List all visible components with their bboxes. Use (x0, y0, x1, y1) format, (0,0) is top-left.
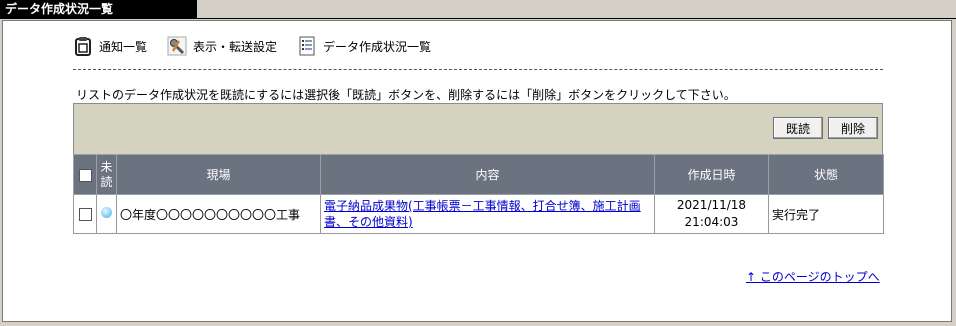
tool-data-status-list[interactable]: データ作成状況一覧 (297, 36, 431, 56)
select-all-header[interactable] (73, 154, 97, 195)
arrow-up-icon: ↑ (746, 270, 757, 284)
back-to-top-label: このページのトップへ (759, 270, 880, 284)
data-status-table: 未 読 現場 内容 作成日時 状態 〇年度〇〇〇〇〇〇〇〇〇〇工事 電子納品成果… (73, 154, 884, 234)
unread-header: 未 読 (96, 154, 117, 195)
select-all-checkbox[interactable] (78, 168, 92, 182)
delete-button[interactable]: 削除 (828, 117, 878, 139)
table-row: 〇年度〇〇〇〇〇〇〇〇〇〇工事 電子納品成果物(工事帳票－工事情報、打合せ簿、施… (73, 194, 884, 234)
tool-display-transfer-settings[interactable]: 表示・転送設定 (167, 36, 277, 56)
list-icon (297, 36, 317, 56)
row-select-cell[interactable] (73, 194, 97, 234)
site-cell: 〇年度〇〇〇〇〇〇〇〇〇〇工事 (116, 194, 321, 234)
unread-cell (96, 194, 117, 234)
mark-read-button[interactable]: 既読 (773, 117, 823, 139)
site-header: 現場 (116, 154, 321, 195)
tool-label: 通知一覧 (99, 39, 148, 54)
content-cell: 電子納品成果物(工事帳票－工事情報、打合せ簿、施工計画書、その他資料) (320, 194, 655, 234)
created-cell: 2021/11/18 21:04:03 (654, 194, 769, 234)
content-header: 内容 (320, 154, 655, 195)
settings-tools-icon (167, 36, 187, 56)
created-header: 作成日時 (654, 154, 769, 195)
unread-indicator-icon (101, 207, 112, 218)
tool-label: 表示・転送設定 (193, 39, 278, 54)
tool-notification-list[interactable]: 通知一覧 (73, 36, 147, 56)
content-link[interactable]: 電子納品成果物(工事帳票－工事情報、打合せ簿、施工計画書、その他資料) (324, 199, 641, 229)
table-header-row: 未 読 現場 内容 作成日時 状態 (73, 154, 884, 195)
status-cell: 実行完了 (768, 194, 884, 234)
toolbar: 通知一覧 表示・転送設定 データ作成状況一覧 (73, 36, 451, 56)
instruction-text: リストのデータ作成状況を既読にするには選択後「既読」ボタンを、削除するには「削除… (76, 88, 736, 102)
dashed-divider (73, 69, 883, 70)
status-header: 状態 (768, 154, 884, 195)
action-bar: 既読 削除 (73, 103, 883, 155)
page-title: データ作成状況一覧 (0, 0, 197, 19)
row-checkbox[interactable] (78, 208, 92, 221)
clipboard-icon (73, 36, 93, 56)
title-divider (0, 18, 956, 19)
back-to-top-link[interactable]: ↑ このページのトップへ (746, 268, 880, 285)
tool-label: データ作成状況一覧 (323, 39, 432, 54)
